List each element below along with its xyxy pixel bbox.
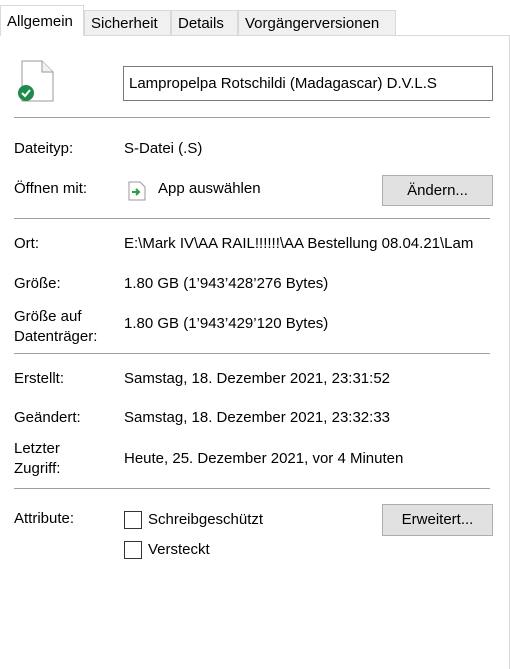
created-label: Erstellt:: [14, 370, 65, 387]
size-value: 1.80 GB (1’943’428’276 Bytes): [124, 275, 329, 292]
separator: [14, 117, 490, 118]
size-on-disk-value: 1.80 GB (1’943’429’120 Bytes): [124, 315, 329, 332]
attributes-label: Attribute:: [14, 510, 75, 527]
type-value: S-Datei (.S): [124, 140, 203, 157]
tab-details[interactable]: Details: [171, 10, 238, 35]
created-value: Samstag, 18. Dezember 2021, 23:31:52: [124, 370, 391, 387]
accessed-label-line2: Zugriff:: [14, 460, 61, 477]
separator: [14, 488, 490, 489]
file-icon: [18, 60, 54, 102]
hidden-label[interactable]: Versteckt: [148, 540, 210, 560]
modified-label: Geändert:: [14, 409, 81, 426]
separator: [14, 218, 490, 219]
tab-bar: Allgemein Sicherheit Details Vorgängerve…: [0, 0, 510, 36]
open-with-app-icon: [128, 181, 146, 201]
readonly-label[interactable]: Schreibgeschützt: [148, 510, 263, 530]
size-on-disk-label-line2: Datenträger:: [14, 328, 98, 345]
location-label: Ort:: [14, 235, 39, 252]
readonly-checkbox[interactable]: [124, 511, 142, 529]
hidden-checkbox[interactable]: [124, 541, 142, 559]
file-name-field[interactable]: Lampropelpa Rotschildi (Madagascar) D.V.…: [123, 66, 493, 101]
open-with-label: Öffnen mit:: [14, 180, 88, 197]
type-label: Dateityp:: [14, 140, 74, 157]
change-button[interactable]: Ändern...: [382, 175, 493, 206]
modified-value: Samstag, 18. Dezember 2021, 23:32:33: [124, 409, 391, 426]
open-with-value: App auswählen: [158, 180, 261, 197]
tab-security[interactable]: Sicherheit: [84, 10, 171, 35]
size-on-disk-label-line1: Größe auf: [14, 308, 82, 325]
size-label: Größe:: [14, 275, 61, 292]
accessed-label-line1: Letzter: [14, 440, 60, 457]
tab-general[interactable]: Allgemein: [0, 5, 84, 36]
separator: [14, 353, 490, 354]
location-value: E:\Mark IV\AA RAIL!!!!!!\AA Bestellung 0…: [124, 235, 474, 252]
tab-previous-versions[interactable]: Vorgängerversionen: [238, 10, 396, 35]
advanced-button[interactable]: Erweitert...: [382, 504, 493, 536]
accessed-value: Heute, 25. Dezember 2021, vor 4 Minuten: [124, 450, 404, 467]
